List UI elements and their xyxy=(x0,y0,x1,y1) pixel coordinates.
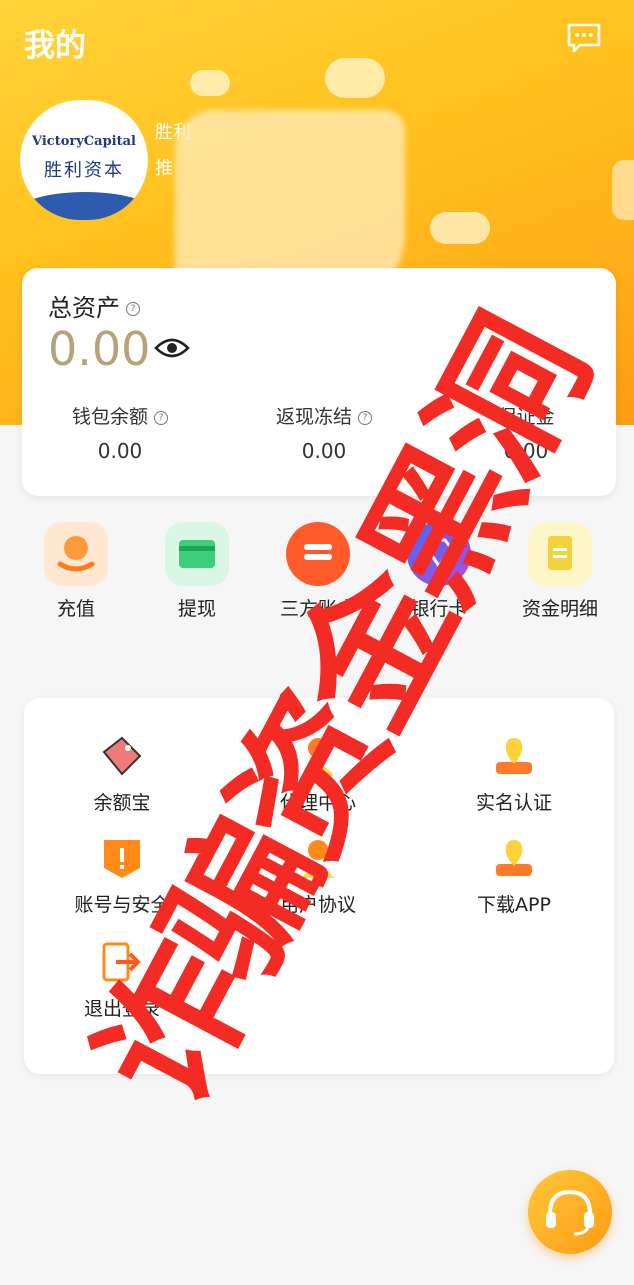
help-icon[interactable]: ? xyxy=(126,302,140,316)
page-title: 我的 xyxy=(24,28,86,64)
avatar-brand-en: VictoryCapital xyxy=(32,134,136,149)
quick-recharge[interactable]: 充值 xyxy=(26,522,126,621)
stat-value: 0.00 xyxy=(97,439,143,463)
side-drawer-handle[interactable] xyxy=(612,160,634,220)
profile-subline: 推 xyxy=(155,158,173,179)
help-icon[interactable]: ? xyxy=(154,410,168,425)
quick-withdraw[interactable]: 提现 xyxy=(147,522,247,621)
cloud-decoration xyxy=(430,212,490,244)
quick-label: 资金明细 xyxy=(521,598,598,620)
tag-icon xyxy=(98,732,146,780)
menu-item-real-name[interactable]: 实名认证 xyxy=(416,732,612,815)
message-icon[interactable] xyxy=(566,22,602,54)
wallet-balance-stat[interactable]: 钱包余额? 0.00 xyxy=(30,402,210,463)
menu-item-download-app[interactable]: 下载APP xyxy=(416,834,612,917)
total-assets-text: 总资产 xyxy=(48,294,120,322)
menu-label: 实名认证 xyxy=(475,792,552,814)
stat-label-text: 返现冻结 xyxy=(275,406,352,428)
total-assets-value: 0.00 xyxy=(48,322,151,376)
stat-label-text: 钱包余额 xyxy=(71,406,148,428)
eye-icon[interactable] xyxy=(154,336,190,360)
withdraw-icon xyxy=(165,522,229,586)
location-pin-icon xyxy=(490,732,538,780)
cloud-decoration xyxy=(190,70,230,96)
menu-label: 下载APP xyxy=(477,894,551,916)
quick-label: 充值 xyxy=(56,598,95,620)
avatar[interactable]: VictoryCapital 胜利资本 xyxy=(20,100,148,220)
stat-label: 钱包余额? xyxy=(30,402,210,429)
recharge-icon xyxy=(44,522,108,586)
headset-icon xyxy=(546,1189,594,1236)
avatar-brand-cn: 胜利资本 xyxy=(44,160,124,181)
support-button[interactable] xyxy=(528,1170,612,1254)
avatar-wave xyxy=(20,192,148,220)
total-assets-label: 总资产? xyxy=(48,288,140,323)
cloud-decoration xyxy=(325,58,385,98)
quick-label: 提现 xyxy=(177,598,216,620)
download-pin-icon xyxy=(490,834,538,882)
